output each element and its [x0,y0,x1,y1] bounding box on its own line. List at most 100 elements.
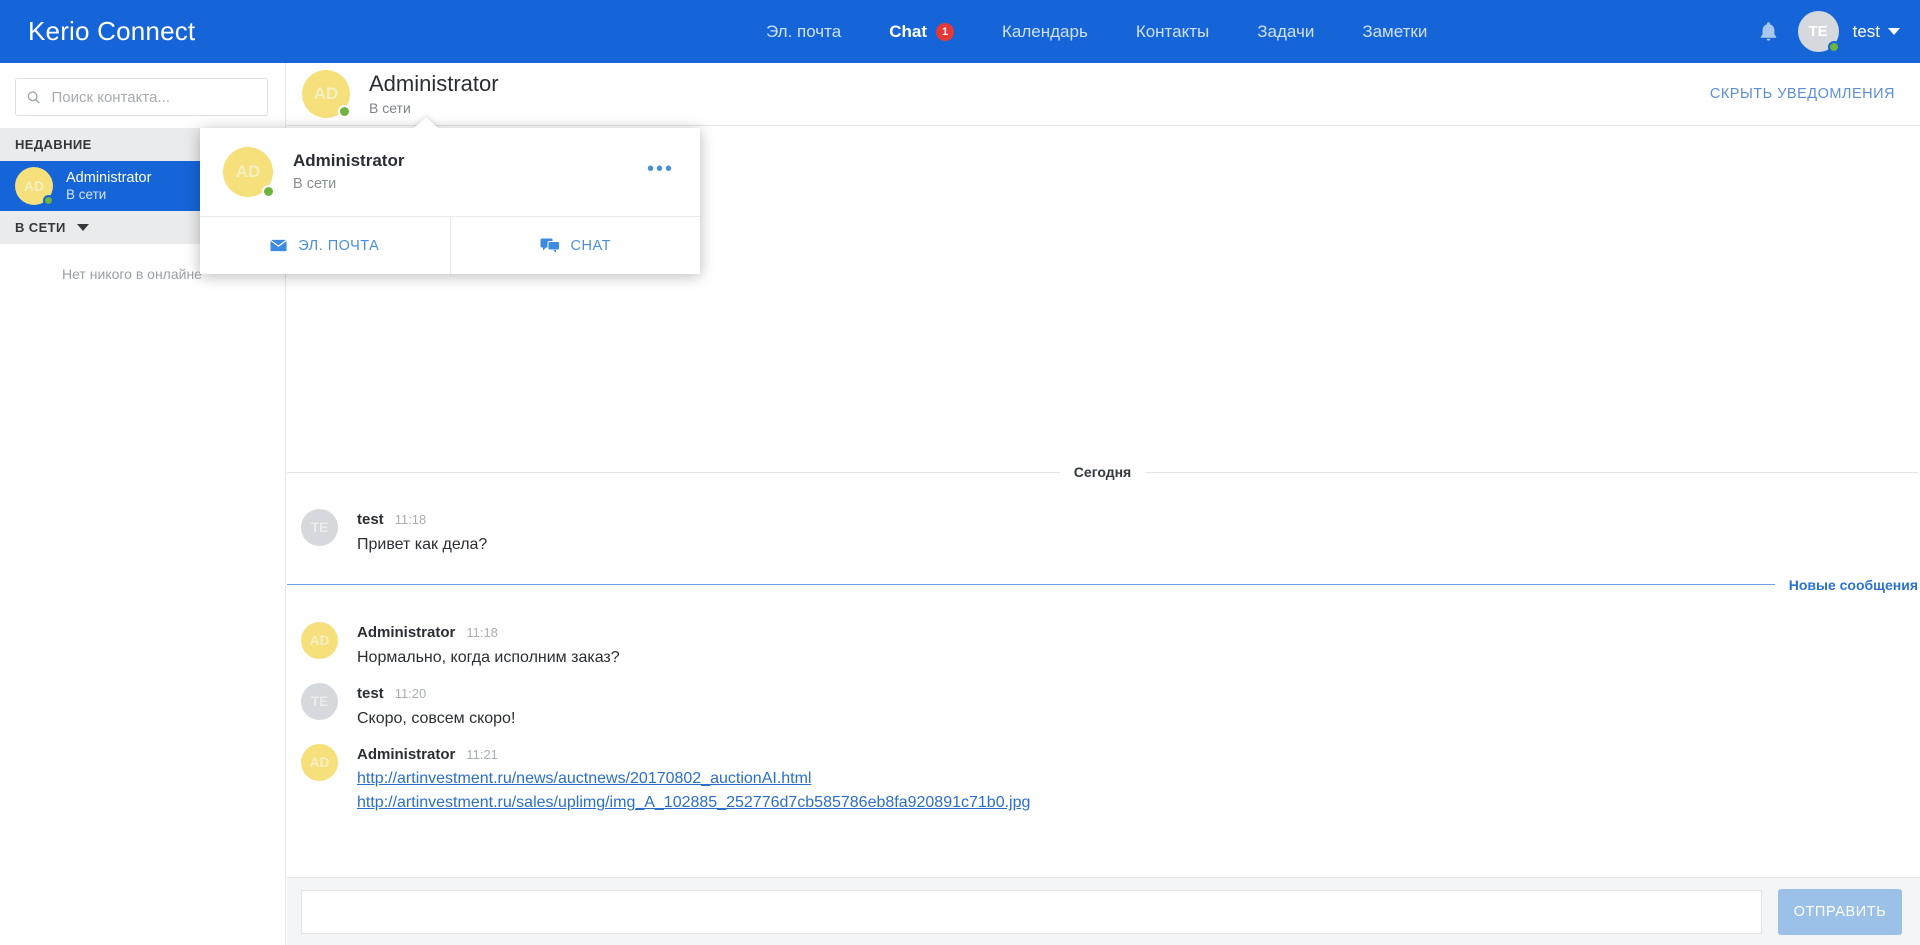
message-header: Administrator 11:18 [357,623,620,643]
notifications-bell-icon[interactable] [1754,17,1784,47]
message-row: TE test 11:18 Привет как дела? [287,509,1920,556]
avatar: AD [223,147,275,198]
avatar[interactable]: TE [1797,11,1840,53]
contact-name: Administrator [66,169,152,186]
message-timestamp: 11:20 [394,685,427,701]
online-status-dot [338,105,351,118]
chat-header-meta: Administrator В сети [369,71,499,117]
search-icon [27,90,40,104]
message-header: test 11:20 [357,684,515,704]
nav-item-label: Эл. почта [766,21,842,41]
contact-popup-header: AD Administrator В сети ••• [200,128,700,217]
avatar-initials: AD [309,632,330,648]
message-text: Нормально, когда исполним заказ? [357,649,620,667]
popup-action-label: ЭЛ. ПОЧТА [298,237,380,254]
avatar-initials: AD [313,84,339,103]
chat-bubbles-icon [540,238,560,253]
date-divider: Сегодня [287,457,1920,487]
message-author: Administrator [357,623,456,641]
app-brand-title: Kerio Connect [28,16,196,46]
avatar: TE [301,682,338,720]
avatar-initials: AD [309,754,330,770]
avatar-initials: AD [235,162,261,181]
nav-item-label: Chat [889,21,927,41]
user-menu-label: test [1852,21,1880,41]
popup-action-label: CHAT [570,237,611,254]
page-title: Administrator [369,70,499,96]
chat-header-status: В сети [369,100,411,117]
top-right-controls: TE test [1754,0,1900,63]
main-nav: Эл. почта Chat 1 Календарь Контакты Задачи Зам… [742,0,1451,63]
envelope-icon [270,239,287,252]
chevron-down-icon [1888,28,1900,35]
message-body: test 11:20 Скоро, совсем скоро! [357,683,515,730]
new-messages-divider-label: Новые сообщения [1788,576,1918,593]
message-input[interactable] [301,889,1762,934]
search-box[interactable] [15,78,268,116]
contact-popup-status: В сети [293,175,337,192]
nav-item-5[interactable]: Заметки [1338,0,1451,63]
divider-line-left [287,471,1060,473]
contact-status: В сети [66,186,107,202]
nav-item-2[interactable]: Календарь [978,0,1112,63]
message-row: AD Administrator 11:21 http://artinvestment… [287,743,1920,814]
avatar[interactable]: AD [302,70,351,118]
nav-item-0[interactable]: Эл. почта [742,0,865,63]
message-timestamp: 11:21 [466,746,498,762]
nav-item-label: Контакты [1135,21,1210,41]
messages-after-group: AD Administrator 11:18 Нормально, когда исп… [287,621,1920,814]
nav-item-4[interactable]: Задачи [1233,0,1338,63]
popup-action-chat[interactable]: CHAT [449,217,701,274]
contact-popup-name: Administrator [293,150,405,170]
nav-item-1[interactable]: Chat 1 [865,0,978,63]
popup-action-email[interactable]: ЭЛ. ПОЧТА [200,217,450,274]
message-body: test 11:18 Привет как дела? [357,509,487,556]
contact-popup-meta: Administrator В сети [293,150,404,195]
message-row: TE test 11:20 Скоро, совсем скоро! [287,682,1920,730]
message-body: Administrator 11:21 http://artinvestment.r… [357,744,1030,814]
message-link[interactable]: http://artinvestment.ru/sales/uplimg/img… [357,792,1030,814]
messages-before-group: TE test 11:18 Привет как дела? [287,509,1920,556]
message-author: test [357,511,384,528]
avatar-initials: TE [310,520,329,535]
send-button[interactable]: ОТПРАВИТЬ [1778,888,1902,935]
message-author: Administrator [357,745,456,763]
online-status-dot [262,185,275,198]
divider-line-right [1145,471,1919,473]
avatar-initials: TE [1808,23,1828,40]
message-composer: ОТПРАВИТЬ [287,877,1920,945]
search-input[interactable] [49,87,256,107]
nav-item-label: Задачи [1257,21,1315,41]
contact-popup-actions: ЭЛ. ПОЧТА CHAT [200,217,700,274]
message-link[interactable]: http://artinvestment.ru/news/auctnews/20… [357,768,1030,790]
online-status-dot [1827,41,1840,53]
message-timestamp: 11:18 [394,512,427,527]
message-author: test [357,684,384,702]
sidebar-section-title: НЕДАВНИЕ [15,137,92,152]
nav-item-label: Календарь [1002,21,1088,41]
hide-notifications-button[interactable]: СКРЫТЬ УВЕДОМЛЕНИЯ [1710,86,1895,102]
search-container [0,63,285,128]
contact-meta: Administrator В сети [66,169,151,204]
message-row: AD Administrator 11:18 Нормально, когда исп… [287,621,1920,669]
chat-header: AD Administrator В сети СКРЫТЬ УВЕДОМЛЕН… [287,63,1920,126]
nav-item-label: Заметки [1362,21,1428,41]
nav-item-badge: 1 [936,22,954,41]
chat-header-avatar-wrap[interactable]: AD [302,70,351,118]
avatar: AD [301,621,338,659]
divider-line-left [287,584,1775,586]
avatar: TE [301,509,338,546]
sidebar-section-title: В СЕТИ [15,220,66,235]
avatar-initials: TE [310,693,329,709]
new-messages-divider: Новые сообщения [287,570,1920,600]
message-text: Привет как дела? [357,536,488,554]
contact-popup-card: AD Administrator В сети ••• ЭЛ. ПОЧТА CH… [200,128,700,274]
avatar: AD [15,167,54,206]
chevron-down-icon[interactable] [76,224,89,231]
nav-item-3[interactable]: Контакты [1112,0,1233,63]
ellipsis-icon[interactable]: ••• [647,159,674,179]
avatar-initials: AD [23,178,45,194]
user-menu-button[interactable]: test [1853,22,1900,42]
message-body: Administrator 11:18 Нормально, когда испол… [357,622,620,669]
message-header: Administrator 11:21 [357,745,1030,765]
